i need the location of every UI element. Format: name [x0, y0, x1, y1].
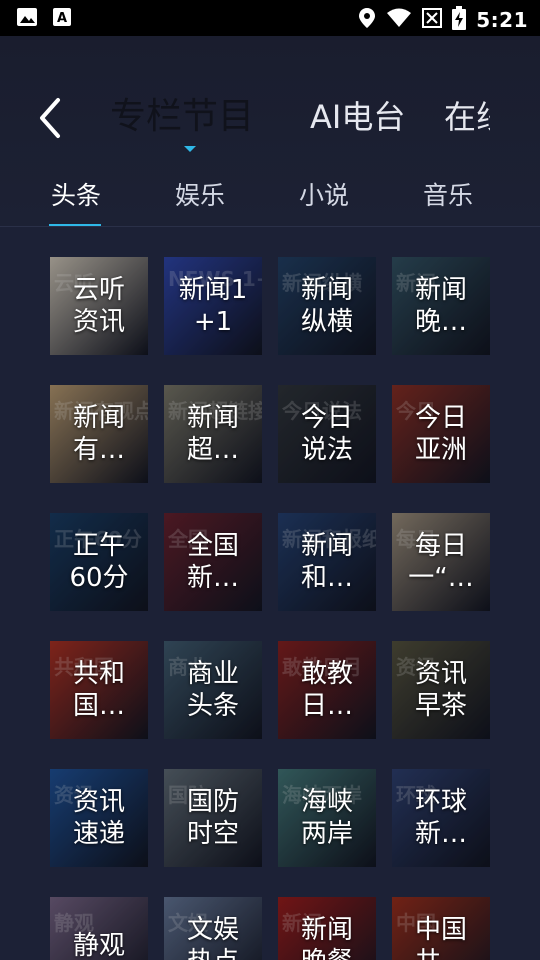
- text-a-icon: A: [52, 7, 72, 31]
- status-bar: A 5:21: [0, 0, 540, 36]
- program-title: 每日 一“…: [408, 531, 474, 593]
- program-title: 新闻 有…: [72, 403, 125, 465]
- program-title: 新闻 超…: [186, 403, 239, 465]
- sub-tab-entertainment[interactable]: 娱乐: [150, 176, 250, 212]
- no-signal-icon: [422, 8, 443, 32]
- program-tile[interactable]: 新闻超链接 新闻 超…: [164, 385, 262, 483]
- divider: [0, 226, 540, 227]
- chevron-left-icon: [40, 98, 60, 138]
- program-tile[interactable]: 正午60分 正午 60分: [50, 513, 148, 611]
- program-tile[interactable]: 云听 云听 资讯: [50, 257, 148, 355]
- program-title: 新闻 晚…: [414, 275, 467, 337]
- program-tile[interactable]: 今日说法 今日 说法: [278, 385, 376, 483]
- program-tile[interactable]: 新闻有观点 新闻 有…: [50, 385, 148, 483]
- program-title: 全国 新…: [186, 531, 239, 593]
- program-tile[interactable]: 资讯 资讯 早茶: [392, 641, 490, 739]
- svg-text:A: A: [57, 11, 67, 26]
- sub-tab-bar: 头条 娱乐 小说 音乐: [0, 170, 540, 226]
- program-tile[interactable]: 每日 每日 一“…: [392, 513, 490, 611]
- program-tile[interactable]: 中国中国共…: [392, 897, 490, 960]
- program-tile[interactable]: 新闻纵横 新闻 纵横: [278, 257, 376, 355]
- program-tile[interactable]: 敢教日月 敢教 日…: [278, 641, 376, 739]
- program-tile[interactable]: 新闻新闻晚餐: [278, 897, 376, 960]
- program-title: 环球 新…: [414, 787, 467, 849]
- sub-tab-music[interactable]: 音乐: [398, 176, 498, 212]
- battery-charging-icon: [452, 6, 467, 34]
- program-tile[interactable]: 国防 国防 时空: [164, 769, 262, 867]
- sub-tab-novels[interactable]: 小说: [274, 176, 374, 212]
- program-tile[interactable]: 新闻和报纸 新闻 和…: [278, 513, 376, 611]
- program-title: 正午 60分: [69, 531, 129, 593]
- location-icon: [358, 7, 376, 33]
- program-title: 云听 资讯: [72, 275, 125, 337]
- program-tile[interactable]: NEWS 1+1新闻1+1: [164, 257, 262, 355]
- program-grid: 云听云听资讯NEWS 1+1新闻1+1新闻纵横新闻纵横新闻新闻晚… 新闻有观点新闻…: [0, 256, 540, 960]
- program-title: 新闻1 +1: [178, 275, 248, 337]
- program-title: 敢教 日…: [300, 659, 353, 721]
- program-tile[interactable]: 共和国 共和 国…: [50, 641, 148, 739]
- program-title: 共和 国…: [72, 659, 125, 721]
- status-time: 5:21: [476, 8, 528, 32]
- tab-columns[interactable]: 专栏节目: [110, 92, 254, 142]
- program-title: 文娱热点: [186, 915, 239, 960]
- program-tile[interactable]: 文娱文娱热点: [164, 897, 262, 960]
- program-tile[interactable]: 海峡两岸 海峡 两岸: [278, 769, 376, 867]
- program-title: 资讯 速递: [72, 787, 125, 849]
- main-tab-bar: 专栏节目 AI电台 在线: [110, 92, 490, 152]
- program-title: 中国共…: [414, 915, 467, 960]
- program-title: 新闻 和…: [300, 531, 353, 593]
- program-tile[interactable]: 全国 全国 新…: [164, 513, 262, 611]
- program-tile[interactable]: 新闻 新闻 晚…: [392, 257, 490, 355]
- program-title: 海峡 两岸: [300, 787, 353, 849]
- program-title: 商业 头条: [186, 659, 239, 721]
- image-icon: [16, 7, 38, 31]
- sub-tab-headlines[interactable]: 头条: [26, 176, 126, 212]
- program-title: 今日 亚洲: [414, 403, 467, 465]
- program-title: 今日 说法: [300, 403, 353, 465]
- tab-online[interactable]: 在线: [444, 92, 490, 142]
- program-title: 新闻 纵横: [300, 275, 353, 337]
- program-title: 资讯 早茶: [414, 659, 467, 721]
- wifi-icon: [386, 8, 412, 32]
- program-tile[interactable]: 静观 静观: [50, 897, 148, 960]
- tab-ai-radio[interactable]: AI电台: [310, 92, 405, 142]
- program-tile[interactable]: 环球 环球 新…: [392, 769, 490, 867]
- active-tab-caret-icon: [184, 146, 196, 152]
- program-tile[interactable]: 商业 商业 头条: [164, 641, 262, 739]
- back-button[interactable]: [34, 96, 70, 140]
- program-title: 国防 时空: [186, 787, 239, 849]
- program-tile[interactable]: 资讯 资讯 速递: [50, 769, 148, 867]
- program-tile[interactable]: 今日 今日 亚洲: [392, 385, 490, 483]
- program-title: 静观: [72, 931, 125, 960]
- program-title: 新闻晚餐: [300, 915, 353, 960]
